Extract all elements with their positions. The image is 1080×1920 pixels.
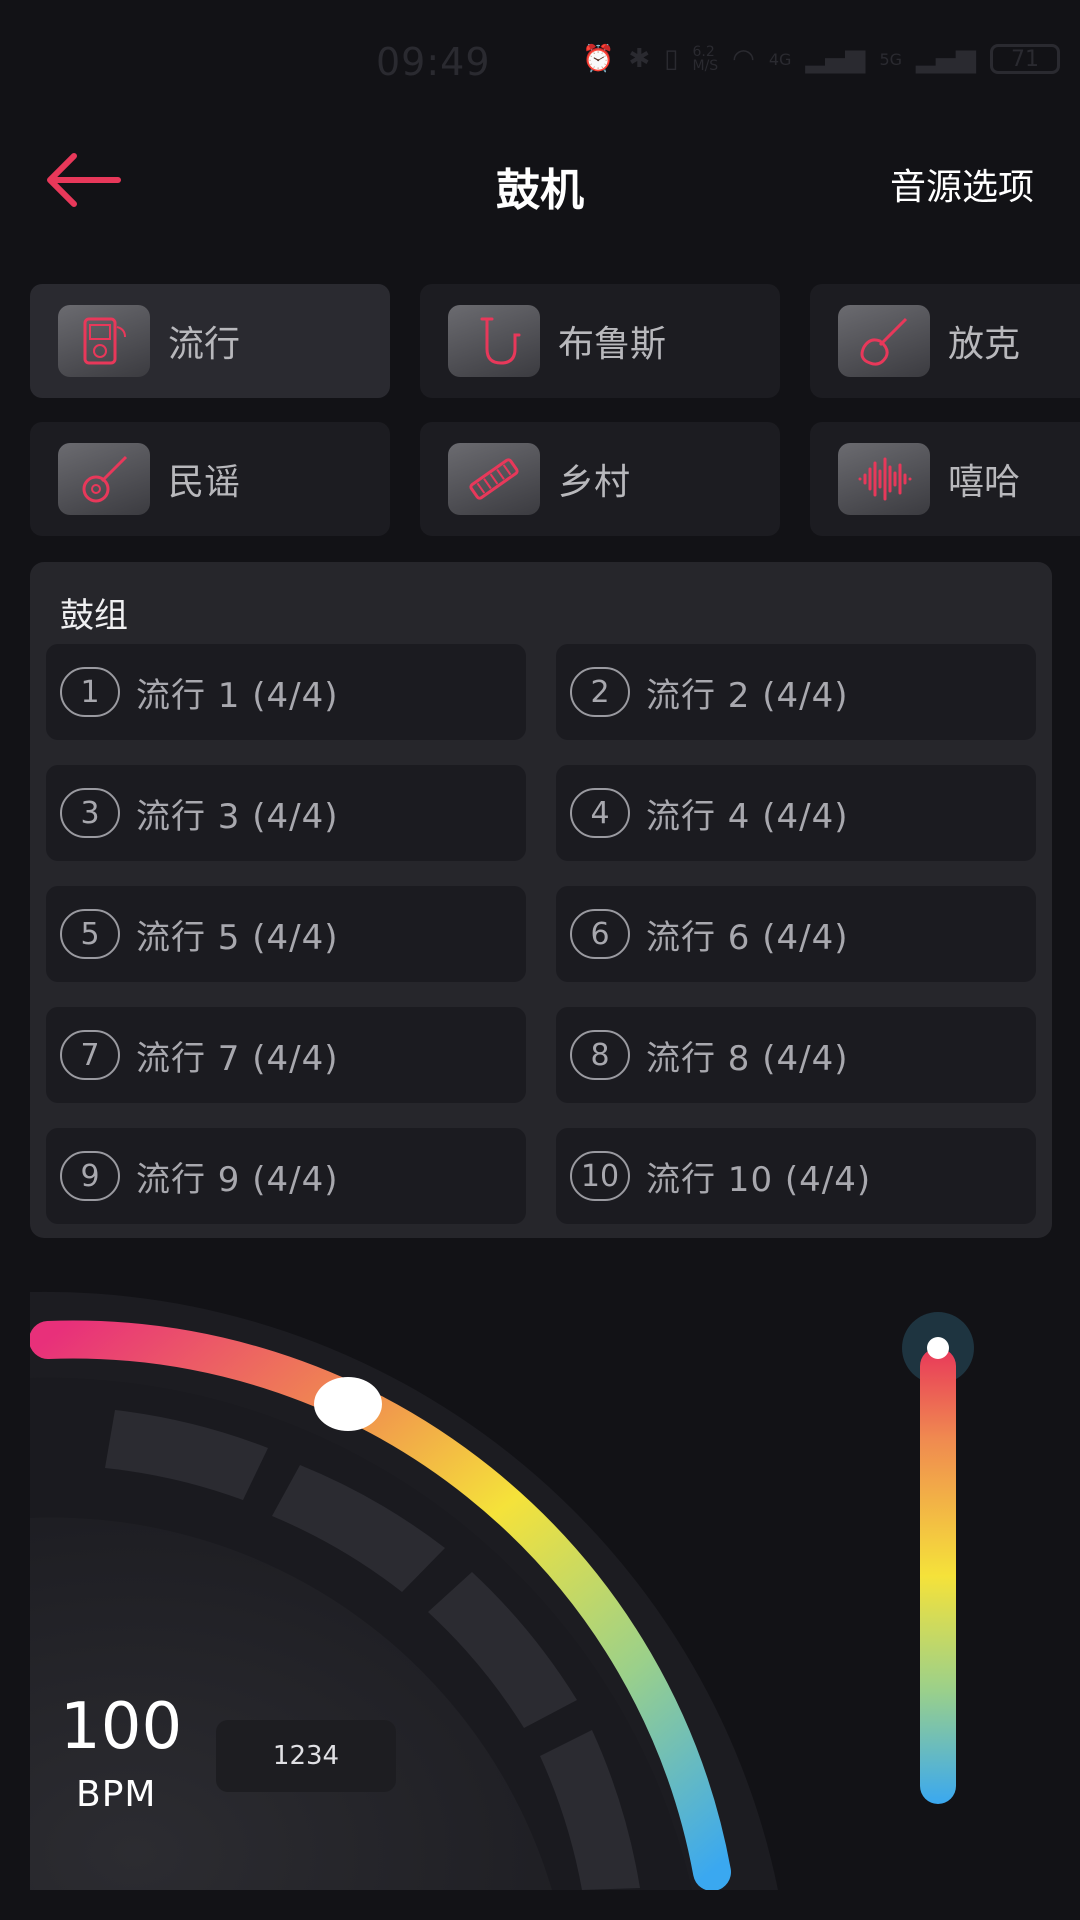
harmonica-icon [448, 443, 540, 515]
kit-number: 5 [60, 909, 120, 959]
bpm-unit: BPM [76, 1774, 157, 1815]
signal-icon: ▂▄▆ [805, 44, 866, 74]
kit-item-6[interactable]: 6 流行 6 (4/4) [556, 886, 1036, 982]
kit-number: 6 [570, 909, 630, 959]
kit-item-9[interactable]: 9 流行 9 (4/4) [46, 1128, 526, 1224]
alarm-icon: ⏰ [582, 44, 615, 74]
kit-item-8[interactable]: 8 流行 8 (4/4) [556, 1007, 1036, 1103]
bpm-value: 100 [60, 1690, 183, 1764]
status-time: 09:49 [376, 40, 491, 84]
kit-number: 7 [60, 1030, 120, 1080]
tempo-dial[interactable] [0, 1280, 1080, 1920]
volume-slider-handle[interactable] [927, 1337, 949, 1359]
genre-card-blues[interactable]: 布鲁斯 [420, 284, 780, 398]
bluetooth-icon: ✱ [628, 44, 651, 74]
kit-number: 9 [60, 1151, 120, 1201]
tempo-knob[interactable] [314, 1377, 382, 1431]
genre-card-hiphop[interactable]: 嘻哈 [810, 422, 1080, 536]
volume-slider-track[interactable] [920, 1348, 956, 1804]
drum-kit-panel: 鼓组 1 流行 1 (4/4) 2 流行 2 (4/4) 3 流行 3 (4/4… [30, 562, 1052, 1238]
genre-label: 布鲁斯 [558, 324, 667, 365]
wifi-icon: ◠ [732, 44, 755, 74]
genre-card-funk[interactable]: 放克 [810, 284, 1080, 398]
saxophone-icon [448, 305, 540, 377]
genre-label: 乡村 [558, 462, 631, 503]
genre-label: 嘻哈 [948, 462, 1021, 503]
kit-item-7[interactable]: 7 流行 7 (4/4) [46, 1007, 526, 1103]
genre-label: 放克 [948, 324, 1021, 365]
genre-card-country[interactable]: 乡村 [420, 422, 780, 536]
genre-card-pop[interactable]: 流行 [30, 284, 390, 398]
kit-label: 流行 5 (4/4) [136, 917, 339, 958]
kit-label: 流行 6 (4/4) [646, 917, 849, 958]
signal-icon: ▂▄▆ [916, 44, 977, 74]
music-player-icon [58, 305, 150, 377]
battery-indicator: 71 [990, 44, 1061, 74]
electric-guitar-icon [838, 305, 930, 377]
kit-number: 4 [570, 788, 630, 838]
sound-wave-icon [838, 443, 930, 515]
genre-label: 流行 [168, 324, 241, 365]
vibrate-icon: ▯ [664, 44, 679, 74]
kit-item-5[interactable]: 5 流行 5 (4/4) [46, 886, 526, 982]
status-bar: 09:49 ⏰ ✱ ▯ 6.2 M/S ◠ 4G ▂▄▆ 5G ▂▄▆ 71 [0, 0, 1080, 120]
kit-item-10[interactable]: 10 流行 10 (4/4) [556, 1128, 1036, 1224]
sound-source-options-button[interactable]: 音源选项 [890, 158, 1034, 210]
kit-number: 3 [60, 788, 120, 838]
kit-label: 流行 2 (4/4) [646, 675, 849, 716]
kit-number: 2 [570, 667, 630, 717]
drum-machine-screen: 09:49 ⏰ ✱ ▯ 6.2 M/S ◠ 4G ▂▄▆ 5G ▂▄▆ 71 鼓… [0, 0, 1080, 1920]
signal-4g: 4G [768, 49, 792, 69]
tempo-dial-area: 100 BPM 1234 [0, 1280, 1080, 1920]
genre-card-folk[interactable]: 民谣 [30, 422, 390, 536]
status-icons: ⏰ ✱ ▯ 6.2 M/S ◠ 4G ▂▄▆ 5G ▂▄▆ 71 [582, 44, 1061, 74]
kit-label: 流行 7 (4/4) [136, 1038, 339, 1079]
kit-label: 流行 8 (4/4) [646, 1038, 849, 1079]
kit-label: 流行 1 (4/4) [136, 675, 339, 716]
kit-label: 流行 9 (4/4) [136, 1159, 339, 1200]
kit-item-4[interactable]: 4 流行 4 (4/4) [556, 765, 1036, 861]
beat-indicator[interactable]: 1234 [216, 1720, 396, 1792]
genre-label: 民谣 [168, 462, 241, 503]
network-speed: 6.2 M/S [692, 44, 719, 74]
kit-item-2[interactable]: 2 流行 2 (4/4) [556, 644, 1036, 740]
signal-5g: 5G [879, 49, 903, 69]
kit-number: 10 [570, 1151, 630, 1201]
kit-label: 流行 10 (4/4) [646, 1159, 872, 1200]
kit-item-1[interactable]: 1 流行 1 (4/4) [46, 644, 526, 740]
kit-number: 1 [60, 667, 120, 717]
kit-label: 流行 3 (4/4) [136, 796, 339, 837]
kit-item-3[interactable]: 3 流行 3 (4/4) [46, 765, 526, 861]
kit-label: 流行 4 (4/4) [646, 796, 849, 837]
kit-number: 8 [570, 1030, 630, 1080]
drum-kit-title: 鼓组 [60, 596, 128, 636]
acoustic-guitar-icon [58, 443, 150, 515]
